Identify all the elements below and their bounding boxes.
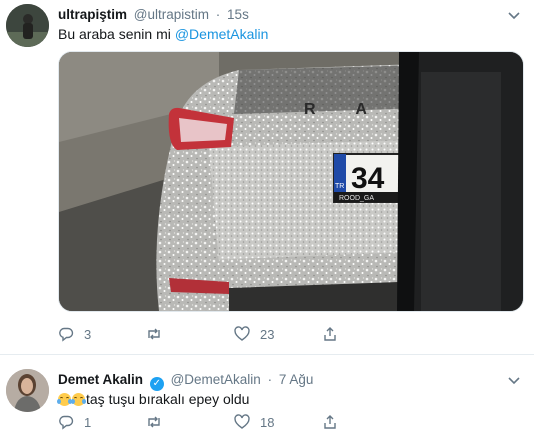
reply-button[interactable]: 3 (58, 326, 91, 342)
reply-icon (59, 327, 74, 342)
tweet-header: Demet Akalin ✓ @DemetAkalin · 7 Ağu (58, 372, 313, 391)
display-name[interactable]: ultrapiştim (58, 7, 127, 22)
reply-icon (59, 415, 74, 430)
tweet-text: Bu araba senin mi @DemetAkalin (58, 26, 268, 42)
like-count: 23 (260, 326, 275, 342)
separator-dot: · (267, 372, 273, 387)
laughing-tears-emoji-icon (71, 393, 86, 406)
like-button[interactable]: 18 (234, 414, 274, 430)
dealer-strip: ROOD_GA (339, 195, 374, 202)
heart-icon (234, 414, 250, 429)
tweet-actions: 1 18 (58, 414, 358, 432)
tweet-photo[interactable]: R A TR 34 ROOD_GA (58, 51, 524, 312)
retweet-button[interactable] (146, 326, 172, 342)
retweet-icon (148, 416, 160, 428)
display-name[interactable]: Demet Akalin (58, 372, 143, 387)
user-handle[interactable]: @DemetAkalin (171, 372, 261, 387)
tweet-timestamp[interactable]: 7 Ağu (279, 372, 314, 387)
separator-dot: · (215, 7, 221, 22)
reply-button[interactable]: 1 (58, 414, 91, 430)
tweet[interactable]: Demet Akalin ✓ @DemetAkalin · 7 Ağu taş … (0, 355, 534, 430)
avatar[interactable] (6, 369, 49, 412)
heart-icon (234, 326, 250, 341)
avatar[interactable] (6, 4, 49, 47)
tweet-timestamp[interactable]: 15s (227, 7, 249, 22)
share-button[interactable] (322, 414, 348, 430)
laughing-tears-emoji-icon (57, 393, 72, 406)
verified-badge-icon: ✓ (149, 377, 164, 391)
chevron-down-icon[interactable] (506, 7, 522, 23)
reply-count: 3 (84, 326, 92, 342)
badge-letters: R A (304, 101, 385, 118)
tweet-text-body: Bu araba senin mi (58, 26, 171, 42)
tweet-text-body: taş tuşu bırakalı epey oldu (86, 391, 250, 407)
tweet-header: ultrapiştim @ultrapistim · 15s (58, 7, 249, 22)
like-count: 18 (260, 414, 275, 430)
chevron-down-icon[interactable] (506, 372, 522, 388)
retweet-icon (148, 328, 160, 340)
retweet-button[interactable] (146, 414, 172, 430)
tweet[interactable]: ultrapiştim @ultrapistim · 15s Bu araba … (0, 0, 534, 355)
share-button[interactable] (322, 326, 348, 342)
tweet-text: taş tuşu bırakalı epey oldu (57, 391, 250, 407)
mention-link[interactable]: @DemetAkalin (175, 26, 269, 42)
share-icon (324, 415, 336, 429)
reply-count: 1 (84, 414, 92, 430)
like-button[interactable]: 23 (234, 326, 274, 342)
share-icon (324, 327, 336, 341)
tweet-actions: 3 23 (58, 326, 358, 344)
plate-country: TR (335, 183, 344, 190)
plate-number: 34 (351, 162, 385, 195)
user-handle[interactable]: @ultrapistim (134, 7, 209, 22)
